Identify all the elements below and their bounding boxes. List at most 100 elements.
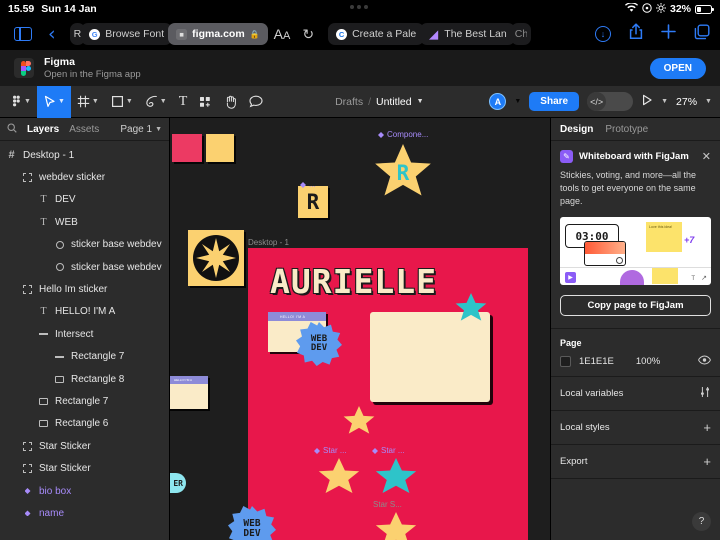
tab-layers[interactable]: Layers	[27, 124, 59, 135]
new-tab-icon[interactable]	[661, 24, 676, 44]
breadcrumb-file[interactable]: Untitled	[376, 96, 412, 108]
chevron-down-icon[interactable]: ▼	[514, 98, 521, 105]
open-app-button[interactable]: OPEN	[649, 57, 706, 79]
local-styles-row[interactable]: Local styles +	[551, 411, 720, 446]
tab-prototype[interactable]: Prototype	[605, 124, 648, 135]
canvas-sunburst-tile[interactable]	[188, 230, 244, 286]
pen-tool[interactable]: ▼	[139, 86, 173, 118]
layer-row[interactable]: bio box	[0, 480, 169, 502]
layer-row[interactable]: webdev sticker	[0, 166, 169, 188]
sidebar-toggle-icon[interactable]	[14, 27, 32, 41]
layer-label: Intersect	[55, 328, 94, 340]
plus-icon[interactable]: +	[703, 454, 711, 469]
export-row[interactable]: Export +	[551, 445, 720, 480]
canvas-object-label[interactable]: Desktop - 1	[248, 238, 289, 247]
layer-row[interactable]: sticker base webdev	[0, 234, 169, 256]
browser-tab[interactable]: ◢ The Best Lan	[420, 23, 515, 45]
layer-row[interactable]: T WEB	[0, 211, 169, 233]
canvas-object-label[interactable]: Compone...	[378, 130, 428, 139]
canvas-star-yellow[interactable]	[343, 406, 375, 434]
chevron-down-icon[interactable]: ▼	[417, 98, 424, 105]
tabs-overview-icon[interactable]	[694, 24, 710, 45]
canvas-object-label[interactable]: ...	[300, 180, 316, 189]
zoom-level[interactable]: 27%	[676, 96, 697, 108]
plus-icon[interactable]: +	[703, 420, 711, 435]
layer-row[interactable]: Rectangle 8	[0, 368, 169, 390]
move-tool[interactable]: ▼	[36, 85, 71, 118]
canvas-r-component-small[interactable]: R	[298, 186, 328, 218]
promo-title: Whiteboard with FigJam	[579, 151, 689, 162]
sliders-icon[interactable]	[699, 386, 711, 401]
promo-body: Stickies, voting, and more—all the tools…	[560, 170, 697, 207]
canvas-frame-desktop-1[interactable]: AURIELLE HELLO! I'M A WEB DEV	[248, 248, 528, 540]
hand-tool[interactable]	[218, 86, 243, 118]
search-icon[interactable]	[7, 122, 17, 136]
canvas-object-label[interactable]: Star ...	[314, 446, 347, 455]
layer-label: Star Sticker	[39, 440, 91, 452]
shape-tool[interactable]: ▼	[105, 86, 139, 118]
layer-row[interactable]: # Desktop - 1	[0, 144, 169, 166]
canvas-cyan-pill-partial[interactable]: ER	[170, 473, 186, 493]
resources-tool[interactable]	[193, 86, 218, 118]
browser-tab[interactable]: G Browse Font	[81, 23, 173, 45]
layer-row[interactable]: Rectangle 7	[0, 346, 169, 368]
browser-tab[interactable]: Ch	[510, 23, 531, 45]
help-button[interactable]: ?	[692, 512, 711, 531]
tab-design[interactable]: Design	[560, 124, 593, 135]
canvas-bio-box[interactable]	[370, 312, 490, 402]
reload-icon[interactable]: ↻	[302, 26, 314, 43]
download-icon[interactable]: ↓	[595, 26, 611, 42]
layer-row[interactable]: T HELLO! I'M A	[0, 301, 169, 323]
copy-to-figjam-button[interactable]: Copy page to FigJam	[560, 295, 711, 317]
back-chevron-icon[interactable]: ‹	[48, 24, 56, 44]
boolean-icon	[38, 329, 49, 340]
canvas-object-label[interactable]: Star ...	[372, 446, 405, 455]
browser-tab[interactable]: C Create a Pale	[328, 23, 425, 45]
tab-assets[interactable]: Assets	[69, 124, 99, 135]
layer-row[interactable]: Star Sticker	[0, 457, 169, 479]
avatar[interactable]: A	[489, 93, 507, 110]
status-time: 15.59	[8, 3, 35, 15]
promo-preview-image: 03:00 Love this idea! +7 ▶ T ↗	[560, 217, 711, 286]
canvas-swatch-pink[interactable]	[172, 134, 202, 162]
layer-row[interactable]: Hello Im sticker	[0, 278, 169, 300]
breadcrumb-project[interactable]: Drafts	[335, 96, 363, 108]
canvas-browser-card-partial[interactable]: HELLO! I'M A	[170, 376, 208, 409]
chevron-down-icon[interactable]: ▼	[661, 98, 668, 105]
frame-tool[interactable]: ▼	[71, 86, 105, 118]
component-diamond-icon	[378, 132, 384, 138]
share-icon[interactable]	[629, 23, 643, 45]
layer-row[interactable]: Intersect	[0, 323, 169, 345]
badge-text-bottom: DEV	[310, 343, 328, 353]
layer-row[interactable]: T DEV	[0, 189, 169, 211]
layer-row[interactable]: name	[0, 502, 169, 524]
page-selector[interactable]: Page 1 ▼	[120, 124, 162, 135]
canvas-swatch-yellow[interactable]	[206, 134, 234, 162]
layer-row[interactable]: sticker base webdev	[0, 256, 169, 278]
text-tool[interactable]: T	[173, 86, 194, 118]
page-opacity[interactable]: 100%	[636, 356, 660, 367]
comment-tool[interactable]	[243, 86, 269, 118]
page-color-swatch[interactable]	[560, 356, 571, 368]
canvas-object-label[interactable]: Star S...	[373, 500, 402, 509]
text-icon: T	[40, 306, 47, 318]
layer-label: Star Sticker	[39, 463, 91, 475]
play-icon[interactable]	[641, 93, 653, 111]
main-menu-tool[interactable]: ▼	[0, 86, 37, 118]
design-canvas[interactable]: R R AURIELLE HELLO! I'M A WEB DEV HELLO!…	[170, 118, 550, 540]
chevron-down-icon[interactable]: ▼	[705, 98, 712, 105]
layer-label: WEB	[55, 216, 78, 228]
local-variables-row[interactable]: Local variables	[551, 377, 720, 412]
layer-row[interactable]: Rectangle 7	[0, 390, 169, 412]
close-icon[interactable]: ✕	[702, 150, 711, 163]
page-color-hex[interactable]: 1E1E1E	[579, 356, 614, 367]
canvas-label-text: Star ...	[381, 446, 405, 455]
canvas-r-star-component[interactable]: R	[374, 144, 432, 200]
layer-row[interactable]: Star Sticker	[0, 435, 169, 457]
eye-icon[interactable]	[698, 355, 711, 368]
dev-mode-toggle[interactable]: </>	[587, 92, 634, 111]
browser-tab-active[interactable]: ■ figma.com 🔒	[168, 23, 268, 45]
share-button[interactable]: Share	[529, 92, 580, 111]
text-size-button[interactable]: AAAA	[274, 26, 291, 42]
layer-row[interactable]: Rectangle 6	[0, 413, 169, 435]
